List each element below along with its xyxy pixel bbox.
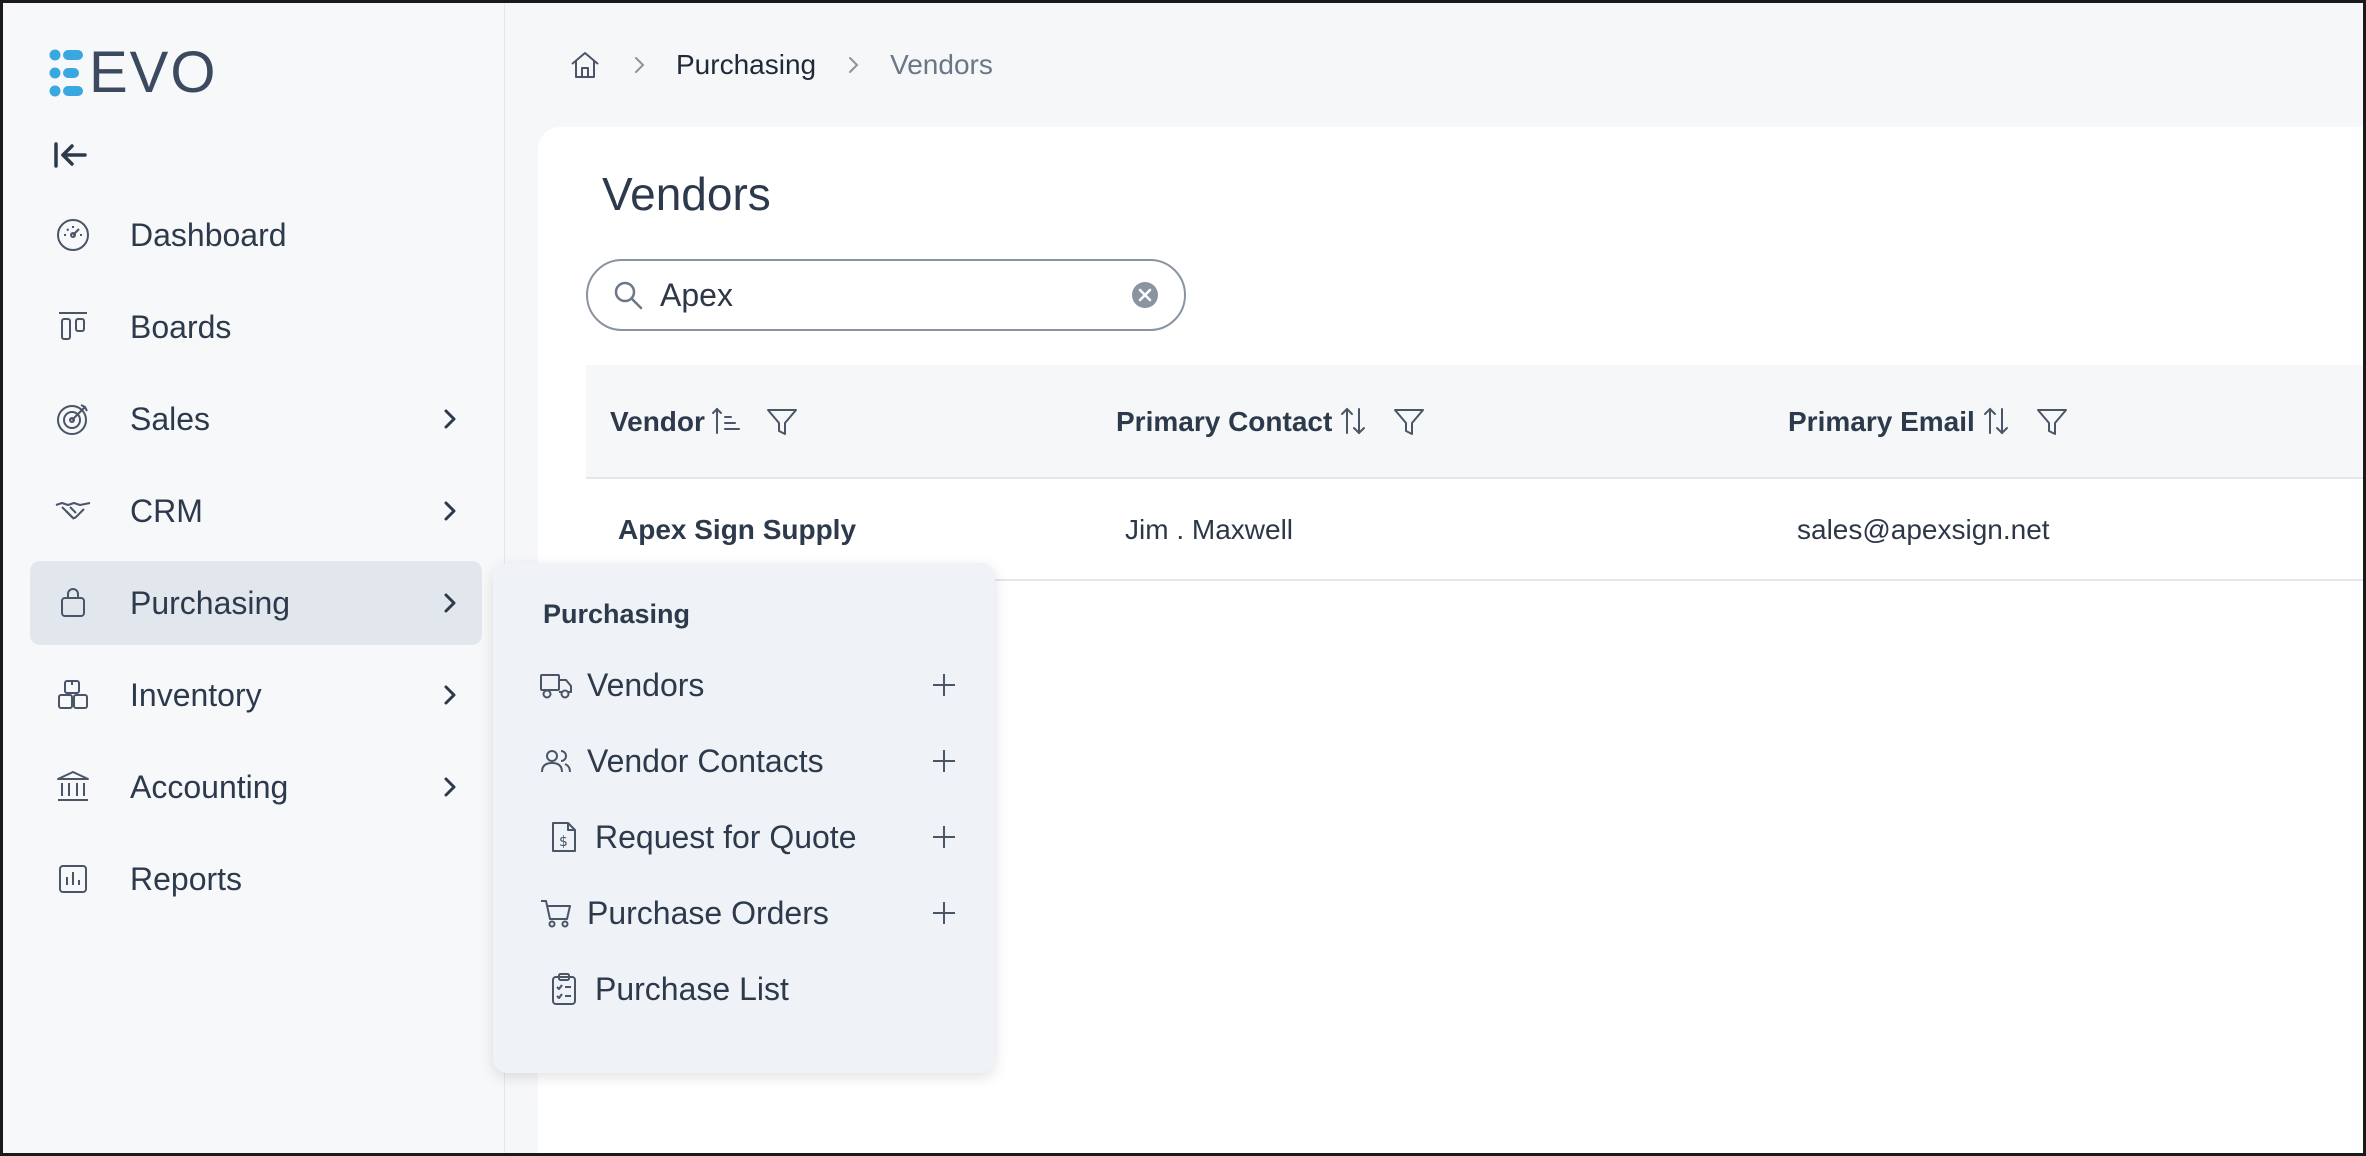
sidebar-item-inventory[interactable]: Inventory xyxy=(30,653,482,737)
breadcrumb: Purchasing Vendors xyxy=(568,43,993,87)
sidebar-item-label: Sales xyxy=(130,400,211,437)
sidebar-item-crm[interactable]: CRM xyxy=(30,469,482,553)
add-vendor-contact-icon[interactable] xyxy=(929,746,959,776)
logo-text: EVO xyxy=(89,40,218,105)
flyout-item-vendor-contacts[interactable]: Vendor Contacts xyxy=(539,733,959,789)
column-label: Vendor xyxy=(610,406,705,437)
vendors-table: Vendor Primary Contact Primary Email Ape… xyxy=(586,365,2363,581)
sort-icon[interactable] xyxy=(1981,405,2011,439)
cart-icon xyxy=(539,896,573,930)
collapse-sidebar-button[interactable] xyxy=(53,139,93,171)
sort-icon[interactable] xyxy=(1338,405,1368,439)
flyout-title: Purchasing xyxy=(543,599,691,629)
add-request-for-quote-icon[interactable] xyxy=(929,822,959,852)
target-icon xyxy=(53,399,93,439)
sidebar-nav: Dashboard Boards Sales CRM Purchasing In… xyxy=(30,193,482,929)
column-header-primary-email[interactable]: Primary Email xyxy=(1788,365,2069,479)
sidebar-item-label: Reports xyxy=(130,860,243,897)
truck-icon xyxy=(539,668,573,702)
chevron-right-icon xyxy=(635,57,645,73)
add-vendor-icon[interactable] xyxy=(929,670,959,700)
flyout-item-label: Purchase Orders xyxy=(587,894,829,931)
breadcrumb-current: Vendors xyxy=(890,49,993,80)
sidebar-item-label: Boards xyxy=(130,308,232,345)
flyout-item-vendors[interactable]: Vendors xyxy=(539,657,959,713)
column-header-vendor[interactable]: Vendor xyxy=(610,365,799,479)
boxes-icon xyxy=(53,675,93,715)
sidebar: EVO Dashboard Boards Sales CRM Purchasin… xyxy=(3,3,505,1153)
flyout-item-request-for-quote[interactable]: $ Request for Quote xyxy=(539,809,959,865)
sidebar-item-label: Accounting xyxy=(130,768,289,805)
sidebar-item-accounting[interactable]: Accounting xyxy=(30,745,482,829)
flyout-item-purchase-orders[interactable]: Purchase Orders xyxy=(539,885,959,941)
clear-search-icon[interactable] xyxy=(1130,280,1160,310)
flyout-item-label: Purchase List xyxy=(595,970,789,1007)
search-input[interactable]: Apex xyxy=(586,259,1186,331)
invoice-icon: $ xyxy=(547,820,581,854)
breadcrumb-link-purchasing[interactable]: Purchasing xyxy=(676,49,816,81)
search-icon xyxy=(614,281,643,310)
flyout-item-label: Vendor Contacts xyxy=(587,742,824,779)
sidebar-item-label: CRM xyxy=(130,492,203,529)
filter-icon[interactable] xyxy=(1392,405,1426,439)
purchasing-flyout-menu: Purchasing Vendors Vendor Contacts $ Req… xyxy=(493,563,995,1073)
page-title: Vendors xyxy=(602,168,771,220)
chevron-right-icon xyxy=(444,409,456,429)
flyout-item-label: Request for Quote xyxy=(595,818,857,855)
add-purchase-order-icon[interactable] xyxy=(929,898,959,928)
chevron-right-icon xyxy=(849,57,859,73)
clipboard-list-icon xyxy=(547,972,581,1006)
column-label: Primary Email xyxy=(1788,406,1975,437)
app-window: EVO Dashboard Boards Sales CRM Purchasin… xyxy=(0,0,2366,1156)
search-value[interactable]: Apex xyxy=(660,277,733,314)
chevron-right-icon xyxy=(444,777,456,797)
cell-primary-email[interactable]: sales@apexsign.net xyxy=(1797,479,2050,581)
column-label: Primary Contact xyxy=(1116,406,1333,437)
users-icon xyxy=(539,744,573,778)
flyout-item-label: Vendors xyxy=(587,666,705,703)
column-header-primary-contact[interactable]: Primary Contact xyxy=(1116,365,1426,479)
sidebar-item-purchasing[interactable]: Purchasing xyxy=(30,561,482,645)
sidebar-item-boards[interactable]: Boards xyxy=(30,285,482,369)
sort-ascending-icon[interactable] xyxy=(711,405,741,439)
table-header: Vendor Primary Contact Primary Email xyxy=(586,365,2363,479)
gauge-icon xyxy=(53,215,93,255)
sidebar-item-sales[interactable]: Sales xyxy=(30,377,482,461)
chevron-right-icon xyxy=(444,501,456,521)
sidebar-item-label: Inventory xyxy=(130,676,262,713)
sidebar-item-label: Dashboard xyxy=(130,216,287,253)
collapse-left-icon xyxy=(54,142,87,168)
board-icon xyxy=(53,307,93,347)
bank-icon xyxy=(53,767,93,807)
sidebar-item-reports[interactable]: Reports xyxy=(30,837,482,921)
sidebar-item-label: Purchasing xyxy=(130,584,291,621)
svg-text:$: $ xyxy=(559,834,568,850)
bar-chart-icon xyxy=(53,859,93,899)
flyout-item-purchase-list[interactable]: Purchase List xyxy=(539,961,959,1017)
handshake-icon xyxy=(53,491,93,531)
logo-mark-icon xyxy=(49,49,83,96)
chevron-right-icon xyxy=(444,593,456,613)
cell-primary-contact[interactable]: Jim . Maxwell xyxy=(1125,479,1293,581)
filter-icon[interactable] xyxy=(2035,405,2069,439)
filter-icon[interactable] xyxy=(765,405,799,439)
home-icon[interactable] xyxy=(568,48,602,82)
sidebar-item-dashboard[interactable]: Dashboard xyxy=(30,193,482,277)
logo[interactable]: EVO xyxy=(49,39,218,106)
shopping-bag-icon xyxy=(53,583,93,623)
chevron-right-icon xyxy=(444,685,456,705)
